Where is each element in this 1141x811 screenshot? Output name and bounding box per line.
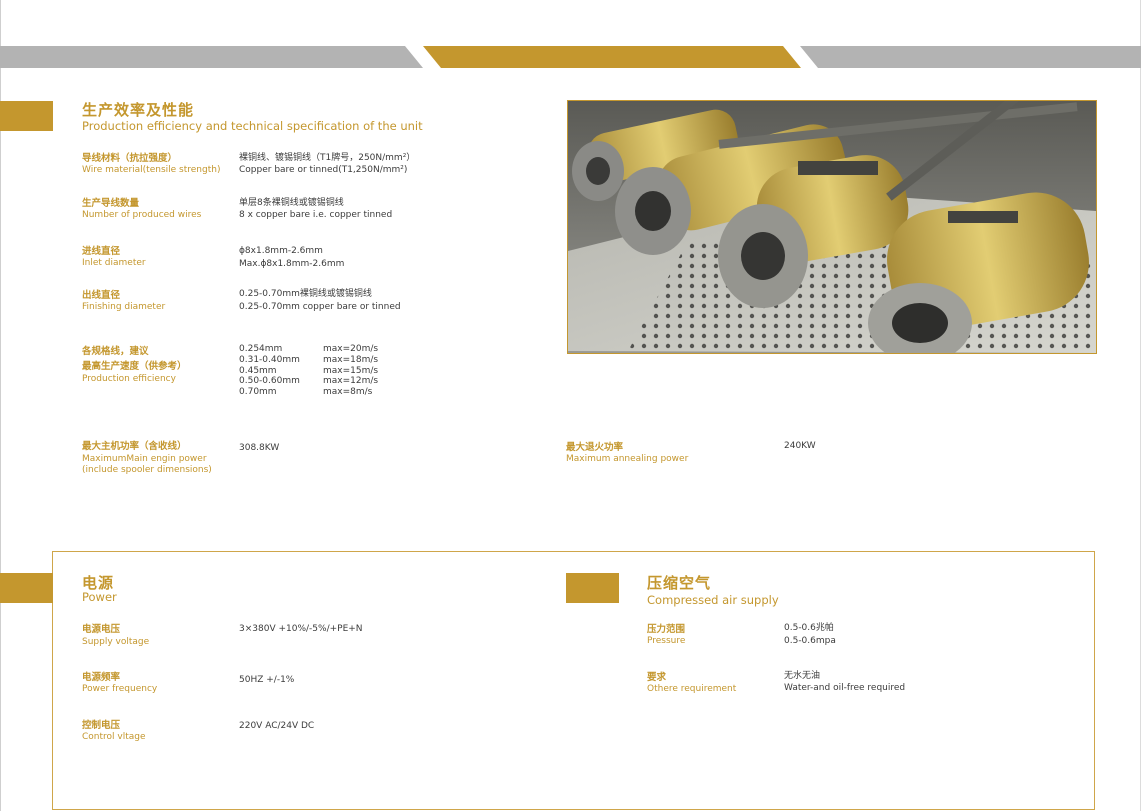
control-voltage-label-en: Control vltage (82, 732, 146, 742)
efficiency-label-zh-2: 最高生产速度（供参考） (82, 361, 187, 372)
speed-row: 0.254mm max=20m/s (239, 344, 399, 355)
requirement-label-en: Othere requirement (647, 684, 737, 694)
production-title-zh: 生产效率及性能 (82, 101, 195, 119)
production-title-en: Production efficiency and technical spec… (82, 119, 423, 133)
speed-row-diameter: 0.254mm (239, 344, 283, 354)
speed-row: 0.50-0.60mm max=12m/s (239, 376, 399, 387)
requirement-label-zh: 要求 (647, 672, 667, 683)
header-band-gold (423, 46, 801, 68)
control-voltage-label-zh: 控制电压 (82, 720, 121, 731)
air-title-en: Compressed air supply (647, 593, 779, 607)
wire-count-label-en: Number of produced wires (82, 210, 202, 220)
pressure-label-zh: 压力范围 (647, 624, 686, 635)
wire-count-value-zh: 单层8条裸铜线或镀锡铜线 (239, 198, 344, 208)
wire-material-label-en: Wire material(tensile strength) (82, 165, 221, 175)
wire-material-value-zh: 裸铜线、镀锡铜线（T1牌号，250N/mm²） (239, 153, 416, 163)
air-title-zh: 压缩空气 (647, 574, 712, 592)
inlet-diameter-label-zh: 进线直径 (82, 246, 121, 257)
requirement-value-zh: 无水无油 (784, 671, 821, 681)
speed-row-diameter: 0.50-0.60mm (239, 376, 300, 386)
section-marker-production (0, 101, 53, 131)
header-band-gray-left (0, 46, 423, 68)
wire-material-value-en: Copper bare or tinned(T1,250N/mm²) (239, 165, 408, 175)
finishing-diameter-label-en: Finishing diameter (82, 302, 166, 312)
speed-row-speed: max=20m/s (323, 344, 379, 354)
main-power-label-en-1: MaximumMain engin power (82, 454, 207, 464)
finishing-diameter-value-en: 0.25-0.70mm copper bare or tinned (239, 302, 401, 312)
power-frequency-value: 50HZ +/-1% (239, 675, 295, 685)
pressure-label-en: Pressure (647, 636, 686, 646)
section-marker-power (0, 573, 53, 603)
header-band-gray-right (800, 46, 1141, 68)
machine-photo (567, 100, 1097, 354)
wire-count-value-en: 8 x copper bare i.e. copper tinned (239, 210, 393, 220)
speed-row-speed: max=12m/s (323, 376, 379, 386)
main-power-label-zh: 最大主机功率（含收线） (82, 441, 187, 452)
efficiency-label-en: Production efficiency (82, 374, 176, 384)
section-marker-air (566, 573, 619, 603)
speed-row-speed: max=8m/s (323, 387, 373, 397)
supply-voltage-label-zh: 电源电压 (82, 624, 121, 635)
main-power-value: 308.8KW (239, 443, 280, 453)
finishing-diameter-label-zh: 出线直径 (82, 290, 121, 301)
speed-row-diameter: 0.70mm (239, 387, 277, 397)
speed-row: 0.70mm max=8m/s (239, 387, 399, 398)
wire-material-label-zh: 导线材料（抗拉强度） (82, 153, 178, 164)
annealing-power-value: 240KW (784, 441, 816, 451)
power-frequency-label-en: Power frequency (82, 684, 158, 694)
pressure-value-en: 0.5-0.6mpa (784, 636, 836, 646)
speed-row-speed: max=18m/s (323, 355, 379, 365)
inlet-diameter-value-2: Max.ɸ8x1.8mm-2.6mm (239, 259, 345, 269)
supply-voltage-value: 3×380V +10%/-5%/+PE+N (239, 624, 363, 634)
power-frequency-label-zh: 电源频率 (82, 672, 121, 683)
efficiency-label-zh-1: 各规格线，建议 (82, 346, 149, 357)
finishing-diameter-value-zh: 0.25-0.70mm裸铜线或镀锡铜线 (239, 289, 372, 299)
speed-row-diameter: 0.31-0.40mm (239, 355, 300, 365)
main-power-label-en-2: (include spooler dimensions) (82, 465, 212, 475)
requirement-value-en: Water-and oil-free required (784, 683, 906, 693)
control-voltage-value: 220V AC/24V DC (239, 721, 315, 731)
supply-voltage-label-en: Supply voltage (82, 637, 150, 647)
speed-row: 0.31-0.40mm max=18m/s (239, 355, 399, 366)
pressure-value-zh: 0.5-0.6兆帕 (784, 623, 834, 633)
inlet-diameter-label-en: Inlet diameter (82, 258, 146, 268)
annealing-power-label-zh: 最大退火功率 (566, 442, 624, 453)
wire-count-label-zh: 生产导线数量 (82, 198, 140, 209)
annealing-power-label-en: Maximum annealing power (566, 454, 689, 464)
inlet-diameter-value-1: ɸ8x1.8mm-2.6mm (239, 246, 323, 256)
power-title-en: Power (82, 590, 117, 604)
